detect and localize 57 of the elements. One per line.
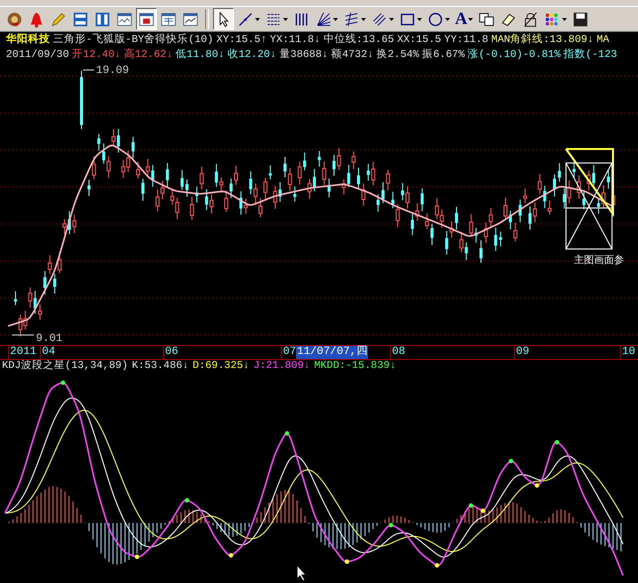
price-label: 19.09 bbox=[96, 65, 130, 77]
quote-value: MKDD:-15.839↓ bbox=[314, 360, 396, 373]
quote-value: 低11.80↓ bbox=[176, 48, 224, 63]
quote-value: 高12.62↓ bbox=[124, 48, 173, 63]
bell-icon bbox=[28, 10, 45, 28]
quote-value: XX:15.5 bbox=[397, 33, 442, 48]
line-icon bbox=[237, 10, 254, 28]
quote-value: 2011/09/30 bbox=[6, 48, 70, 63]
window-icon bbox=[182, 10, 199, 28]
axis-label: 08 bbox=[390, 346, 406, 359]
copy-icon bbox=[478, 10, 496, 28]
quote-value: 中位线:13.65 bbox=[323, 33, 394, 48]
price-label: 9.01 bbox=[36, 333, 62, 345]
quote-value: K:53.486↓ bbox=[132, 360, 189, 373]
columns-layout-icon bbox=[94, 10, 111, 28]
quote-value: 涨(-0.10)-0.81% bbox=[468, 48, 561, 63]
quote-value: 指数(-123 bbox=[564, 48, 618, 63]
fan-lines-icon bbox=[315, 10, 332, 28]
quote-value: 振6.67% bbox=[422, 48, 465, 63]
floppy-icon bbox=[572, 10, 590, 28]
parallel-lines-icon bbox=[343, 10, 360, 28]
quote-value: 换2.54% bbox=[376, 48, 420, 63]
quote-value: MAN角斜线:13.809↓ bbox=[491, 33, 594, 48]
window-icon bbox=[160, 10, 177, 28]
window-icon bbox=[116, 10, 133, 28]
pencil-icon bbox=[50, 10, 67, 28]
lock-icon bbox=[522, 10, 540, 28]
quote-value: YX:11.8↓ bbox=[270, 33, 320, 48]
triangle-drawing bbox=[564, 148, 614, 218]
quote-value: YY:11.8 bbox=[444, 33, 488, 48]
quote-value: 三角形-飞狐版-BY舍得快乐(10) bbox=[53, 33, 214, 48]
axis-label: 2011 bbox=[8, 346, 38, 359]
axis-label: 09 bbox=[514, 346, 530, 359]
quote-value: MA bbox=[596, 33, 610, 48]
axis-label: 04 bbox=[40, 346, 56, 359]
quote-value: J:21.809↓ bbox=[253, 360, 310, 373]
circle-icon bbox=[427, 10, 444, 28]
quote-value: 量38688↓ bbox=[279, 48, 328, 63]
quote-value: 开12.40↓ bbox=[72, 48, 121, 63]
quote-value: 额4732↓ bbox=[331, 48, 374, 63]
mouse-pointer-icon bbox=[296, 564, 308, 582]
quote-value: 收12.20↓ bbox=[227, 48, 276, 63]
chart-note: 主图画面参 bbox=[574, 256, 624, 267]
toolbar-button[interactable] bbox=[136, 8, 157, 30]
quote-value: 华阳科技 bbox=[6, 33, 50, 48]
window-icon bbox=[138, 10, 155, 28]
text-tool-button[interactable]: A bbox=[453, 8, 476, 30]
leader-line bbox=[12, 334, 34, 336]
vertical-lines-icon bbox=[293, 10, 310, 28]
toolbar-button[interactable] bbox=[213, 8, 234, 30]
axis-label: 06 bbox=[163, 346, 180, 359]
rows-layout-icon bbox=[72, 10, 89, 28]
cursor-date-label: 11/07/07,四 bbox=[296, 346, 368, 359]
diagonal-lines-icon bbox=[371, 10, 388, 28]
quote-value: D:69.325↓ bbox=[192, 360, 250, 373]
axis-label: 10 bbox=[620, 346, 636, 359]
quote-value: XY:15.5↑ bbox=[216, 33, 267, 48]
